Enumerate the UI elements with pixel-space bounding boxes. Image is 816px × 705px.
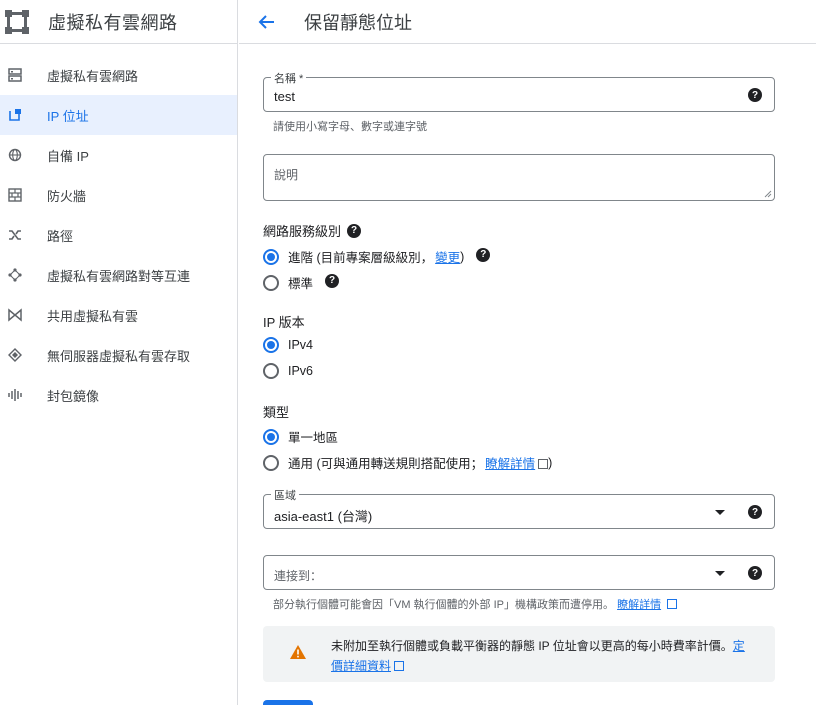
region-select-value[interactable]: asia-east1 (台灣) [274,506,372,525]
vpc-logo-icon [3,8,31,36]
global-suffix: ) [548,455,553,470]
name-hint: 請使用小寫字母、數字或連字號 [273,121,427,133]
warning-icon [290,645,306,659]
sidebar-item-label: 共用虛擬私有雲 [47,308,139,324]
ip-version-title: IP 版本 [263,315,305,330]
type-option-regional[interactable]: 單一地區 [263,427,338,446]
name-field-label: 名稱 * [271,70,307,86]
pricing-warning: 未附加至執行個體或負載平衡器的靜態 IP 位址會以更高的每小時費率計價。定價詳細… [263,626,775,682]
routes-icon [7,227,23,243]
tier-option-standard[interactable]: 標準 ? [263,273,340,292]
sidebar-item-vpc-networks[interactable]: 虛擬私有雲網路 [0,55,237,95]
type-title: 類型 [263,405,290,420]
sidebar-header: 虛擬私有雲網路 [0,0,237,44]
peering-icon [7,267,23,283]
name-field[interactable]: 名稱 * test ? [263,70,775,112]
dropdown-caret-icon[interactable] [715,510,725,515]
help-icon[interactable]: ? [748,505,762,519]
attach-to-select[interactable]: 連接到： ? [263,555,775,590]
sidebar-item-packet-mirroring[interactable]: 封包鏡像 [0,375,237,415]
tier-option-premium[interactable]: 進階 (目前專案層級級別， 變更 ) ? [263,247,491,266]
vpc-network-icon [7,67,23,83]
region-select-label: 區域 [271,487,299,503]
sidebar-item-label: 虛擬私有雲網路對等互連 [47,268,191,284]
sidebar-item-serverless-vpc-access[interactable]: 無伺服器虛擬私有雲存取 [0,335,237,375]
help-icon[interactable]: ? [347,223,362,238]
sidebar-title: 虛擬私有雲網路 [48,12,178,33]
sidebar-item-label: 虛擬私有雲網路 [47,68,139,84]
radio-button[interactable] [263,454,279,471]
sidebar-item-label: 路徑 [47,228,74,244]
ip-address-icon [7,107,23,123]
page-title: 保留靜態位址 [304,12,412,33]
dropdown-caret-icon[interactable] [715,571,725,576]
shared-vpc-icon [7,307,23,323]
ip-version-option-ipv4[interactable]: IPv4 [263,337,313,353]
sidebar-item-shared-vpc[interactable]: 共用虛擬私有雲 [0,295,237,335]
attach-hint-text: 部分執行個體可能會因「VM 執行個體的外部 IP」機構政策而遭停用。 [273,599,615,611]
sidebar-item-label: 無伺服器虛擬私有雲存取 [47,348,191,364]
description-placeholder: 說明 [274,168,299,182]
warning-text: 未附加至執行個體或負載平衡器的靜態 IP 位址會以更高的每小時費率計價。定價詳細… [331,636,751,676]
attach-learn-more-link[interactable]: 瞭解詳情 [617,599,661,611]
serverless-icon [7,347,23,363]
radio-button[interactable] [263,337,279,353]
reserve-button[interactable] [263,700,313,705]
attach-hint: 部分執行個體可能會因「VM 執行個體的外部 IP」機構政策而遭停用。 瞭解詳情 [273,596,678,612]
help-icon[interactable]: ? [748,88,762,102]
sidebar-item-firewall[interactable]: 防火牆 [0,175,237,215]
firewall-icon [7,187,23,203]
sidebar-item-vpc-peering[interactable]: 虛擬私有雲網路對等互連 [0,255,237,295]
sidebar-item-label: 防火牆 [47,188,87,204]
sidebar: 虛擬私有雲網路 虛擬私有雲網路 IP 位址 自備 IP 防火牆 路徑 虛擬私有雲… [0,0,238,705]
global-label: 通用 (可與通用轉送規則搭配使用； [288,457,484,471]
sidebar-item-label: IP 位址 [47,108,89,124]
sidebar-item-label: 自備 IP [47,148,89,164]
packet-mirroring-icon [7,387,23,403]
resize-handle-icon[interactable] [764,190,772,198]
sidebar-item-byoip[interactable]: 自備 IP [0,135,237,175]
attach-to-placeholder: 連接到： [274,569,323,583]
region-select[interactable]: 區域 asia-east1 (台灣) ? [263,487,775,529]
network-tier-title-text: 網路服務級別 [263,224,342,239]
change-tier-link[interactable]: 變更 [435,247,460,266]
tier-premium-label: 進階 (目前專案層級級別， [288,251,434,265]
tier-standard-label: 標準 [288,277,314,291]
help-icon[interactable]: ? [476,247,491,262]
radio-button[interactable] [263,363,279,379]
ipv6-label: IPv6 [288,364,314,378]
radio-button[interactable] [263,274,279,291]
network-tier-title: 網路服務級別 ? [263,221,362,240]
help-icon[interactable]: ? [325,273,340,288]
ip-version-option-ipv6[interactable]: IPv6 [263,363,313,379]
ipv4-label: IPv4 [288,338,314,352]
regional-label: 單一地區 [288,431,339,445]
globe-icon [7,147,23,163]
tier-premium-suffix: ) [460,249,465,264]
external-link-icon [538,458,549,469]
help-icon[interactable]: ? [748,566,762,580]
sidebar-item-ip-addresses[interactable]: IP 位址 [0,95,237,135]
external-link-icon [667,599,678,609]
radio-button[interactable] [263,428,279,445]
radio-button[interactable] [263,248,279,265]
sidebar-item-routes[interactable]: 路徑 [0,215,237,255]
external-link-icon [394,661,405,671]
learn-more-link[interactable]: 瞭解詳情 [485,453,535,472]
type-option-global[interactable]: 通用 (可與通用轉送規則搭配使用； 瞭解詳情 ) [263,453,552,472]
description-field[interactable]: 說明 [263,154,775,201]
name-field-value[interactable]: test [274,89,295,104]
page-header: 保留靜態位址 [239,0,816,44]
sidebar-item-label: 封包鏡像 [47,388,100,404]
back-arrow-icon[interactable] [257,12,277,32]
warning-message: 未附加至執行個體或負載平衡器的靜態 IP 位址會以更高的每小時費率計價。 [331,639,733,653]
